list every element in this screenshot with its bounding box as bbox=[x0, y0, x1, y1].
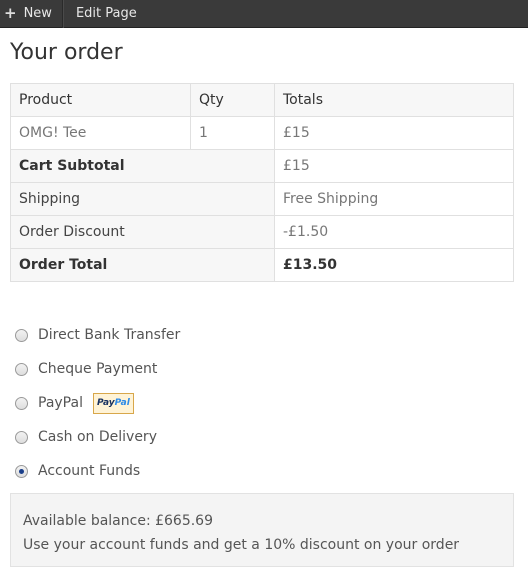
paypal-logo-part1: Pay bbox=[96, 397, 115, 408]
paypal-label: PayPal bbox=[38, 395, 83, 411]
header-qty: Qty bbox=[190, 83, 275, 117]
paypal-logo-icon: PayPal bbox=[92, 392, 134, 414]
payment-methods: Direct Bank Transfer Cheque Payment PayP… bbox=[14, 318, 514, 488]
account-funds-radio[interactable] bbox=[15, 464, 28, 478]
payment-option-cash-on-delivery[interactable]: Cash on Delivery bbox=[14, 420, 514, 454]
admin-bar: + New Edit Page bbox=[0, 0, 528, 28]
available-balance: Available balance: £665.69 bbox=[23, 513, 213, 529]
table-row: OMG! Tee 1 £15 bbox=[10, 116, 514, 150]
discount-row: Order Discount -£1.50 bbox=[10, 215, 514, 249]
paypal-radio[interactable] bbox=[15, 396, 28, 410]
cheque-radio[interactable] bbox=[15, 362, 28, 376]
subtotal-label: Cart Subtotal bbox=[10, 149, 275, 183]
new-button[interactable]: + New bbox=[0, 0, 63, 28]
cash-on-delivery-radio[interactable] bbox=[15, 430, 28, 444]
order-total-value: £13.50 bbox=[274, 248, 514, 282]
bank-transfer-label: Direct Bank Transfer bbox=[38, 327, 181, 343]
order-total-row: Order Total £13.50 bbox=[10, 248, 514, 282]
account-funds-label: Account Funds bbox=[38, 463, 141, 479]
edit-page-label: Edit Page bbox=[75, 6, 137, 21]
bank-transfer-radio[interactable] bbox=[15, 328, 28, 342]
cheque-label: Cheque Payment bbox=[38, 361, 158, 377]
shipping-label: Shipping bbox=[10, 182, 275, 216]
order-table: Product Qty Totals OMG! Tee 1 £15 Cart S… bbox=[10, 83, 514, 282]
cash-on-delivery-label: Cash on Delivery bbox=[38, 429, 157, 445]
header-product: Product bbox=[10, 83, 191, 117]
page-title: Your order bbox=[10, 40, 123, 65]
discount-value: -£1.50 bbox=[274, 215, 514, 249]
shipping-value: Free Shipping bbox=[274, 182, 514, 216]
funds-discount-message: Use your account funds and get a 10% dis… bbox=[23, 537, 460, 553]
payment-option-account-funds[interactable]: Account Funds bbox=[14, 454, 514, 488]
plus-icon: + bbox=[4, 4, 17, 22]
table-header-row: Product Qty Totals bbox=[10, 83, 514, 117]
header-totals: Totals bbox=[274, 83, 514, 117]
new-label: New bbox=[23, 6, 52, 21]
order-total-label: Order Total bbox=[10, 248, 275, 282]
payment-option-cheque[interactable]: Cheque Payment bbox=[14, 352, 514, 386]
payment-option-paypal[interactable]: PayPal PayPal bbox=[14, 386, 514, 420]
edit-page-button[interactable]: Edit Page bbox=[62, 0, 149, 28]
shipping-row: Shipping Free Shipping bbox=[10, 182, 514, 216]
subtotal-value: £15 bbox=[274, 149, 514, 183]
item-qty: 1 bbox=[190, 116, 275, 150]
discount-label: Order Discount bbox=[10, 215, 275, 249]
subtotal-row: Cart Subtotal £15 bbox=[10, 149, 514, 183]
account-funds-info: Available balance: £665.69 Use your acco… bbox=[10, 493, 514, 567]
paypal-logo-part2: Pal bbox=[114, 397, 130, 408]
payment-option-bank-transfer[interactable]: Direct Bank Transfer bbox=[14, 318, 514, 352]
item-total: £15 bbox=[274, 116, 514, 150]
item-product: OMG! Tee bbox=[10, 116, 191, 150]
